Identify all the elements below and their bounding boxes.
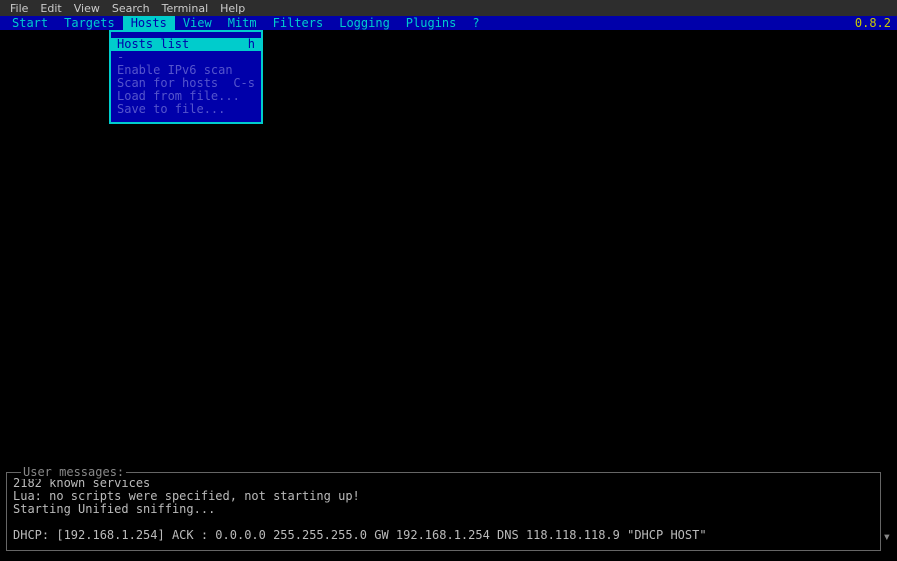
message-line: DHCP: [192.168.1.254] ACK : 0.0.0.0 255.… [13, 529, 874, 542]
system-menu-view[interactable]: View [68, 2, 106, 15]
messages-title: User messages: [21, 465, 126, 479]
dropdown-item-label: Hosts list [117, 38, 189, 51]
system-menu-terminal[interactable]: Terminal [156, 2, 215, 15]
system-menu-edit[interactable]: Edit [34, 2, 67, 15]
app-menu-targets[interactable]: Targets [56, 16, 123, 30]
dropdown-hosts-list[interactable]: Hosts list h [111, 38, 261, 51]
app-version: 0.8.2 [855, 16, 891, 30]
dropdown-save-file[interactable]: Save to file... [111, 103, 261, 116]
app-menu-plugins[interactable]: Plugins [398, 16, 465, 30]
app-menu-hosts[interactable]: Hosts [123, 16, 175, 30]
system-menubar: File Edit View Search Terminal Help [0, 0, 897, 16]
system-menu-file[interactable]: File [4, 2, 34, 15]
system-menu-help[interactable]: Help [214, 2, 251, 15]
user-messages-panel: User messages: 2182 known services Lua: … [6, 472, 881, 551]
app-menu-mitm[interactable]: Mitm [220, 16, 265, 30]
hosts-dropdown: Hosts list h - Enable IPv6 scan Scan for… [109, 30, 263, 124]
app-menu-help[interactable]: ? [464, 16, 487, 30]
app-menu-filters[interactable]: Filters [265, 16, 332, 30]
dropdown-item-shortcut: h [248, 38, 255, 51]
system-menu-search[interactable]: Search [106, 2, 156, 15]
message-line: Starting Unified sniffing... [13, 503, 874, 516]
dropdown-item-label: Save to file... [117, 103, 225, 116]
app-menu-view[interactable]: View [175, 16, 220, 30]
app-menu-start[interactable]: Start [4, 16, 56, 30]
scrollbar-down-icon[interactable]: ▾ [883, 529, 891, 545]
app-menu-logging[interactable]: Logging [331, 16, 398, 30]
app-menubar: Start Targets Hosts View Mitm Filters Lo… [0, 16, 897, 30]
